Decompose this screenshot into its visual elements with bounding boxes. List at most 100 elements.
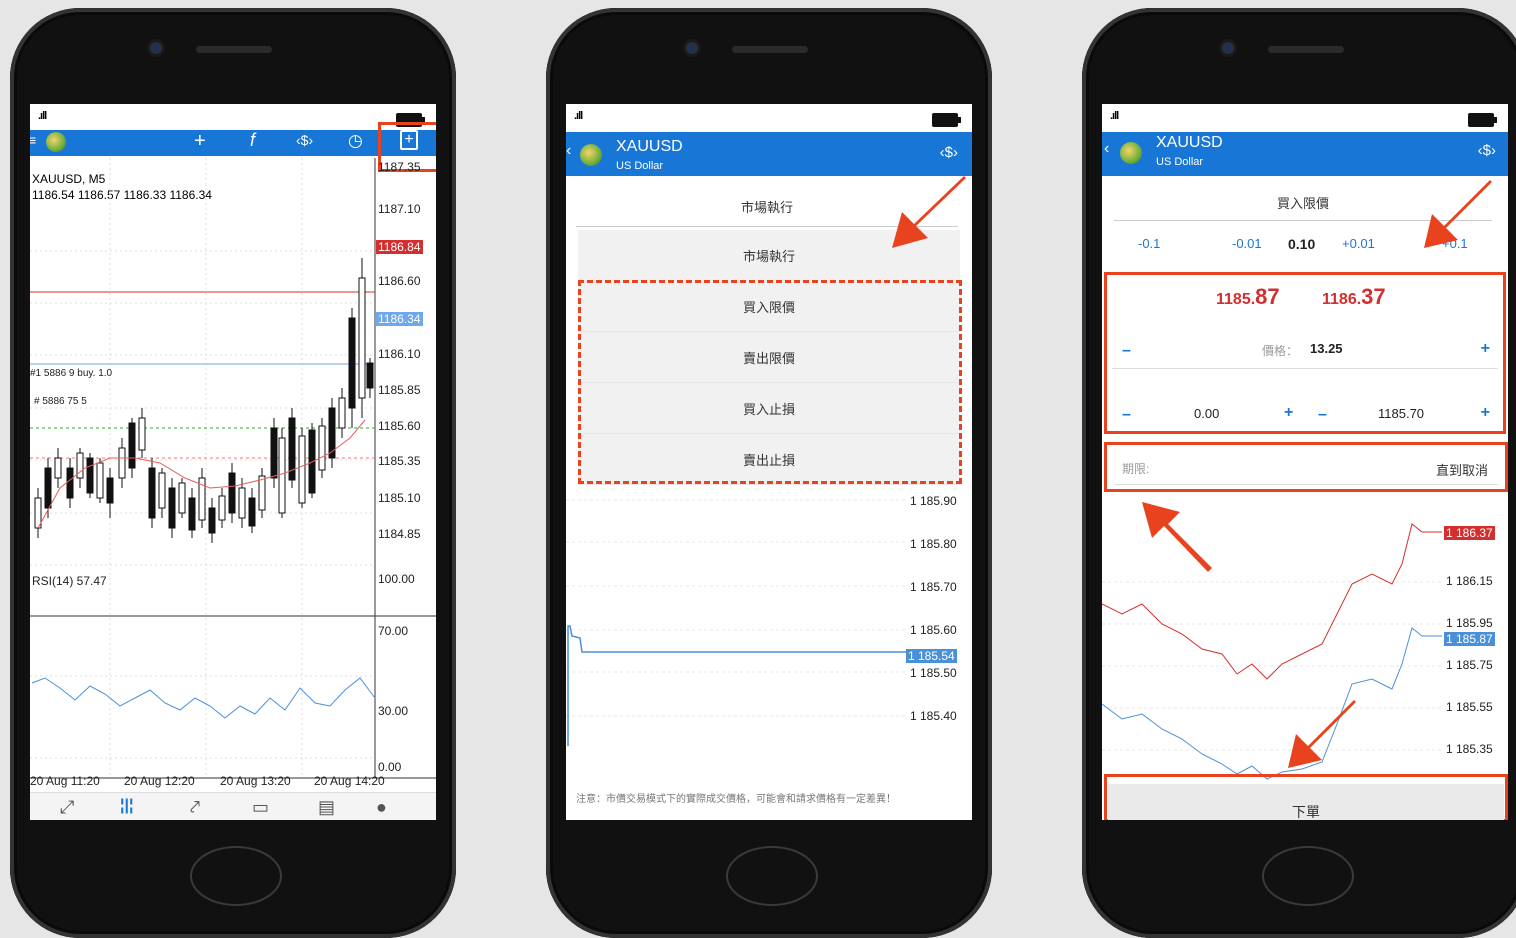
menu-icon[interactable]: ≡: [30, 132, 36, 148]
price-tick: 1 185.40: [910, 709, 957, 723]
candle-body: [168, 487, 176, 529]
price-tick: 1187.35: [378, 160, 421, 174]
rsi-tick: 70.00: [378, 624, 409, 638]
candle-body: [218, 495, 226, 521]
order-label-buy: #1 5886 9 buy. 1.0: [30, 368, 113, 379]
price-tick: 1 185.60: [910, 623, 957, 637]
price-tick-blue: 1186.34: [376, 312, 423, 326]
place-order-button[interactable]: 下單: [1108, 784, 1504, 820]
candle-body: [248, 497, 256, 527]
price-tick: 1 185.75: [1446, 658, 1493, 672]
candle-body: [270, 427, 278, 479]
candle-body: [54, 457, 62, 479]
crosshair-icon[interactable]: +: [194, 130, 206, 153]
expiry-value: 直到取消: [1435, 463, 1488, 478]
symbol-title: XAUUSD: [616, 138, 683, 155]
sl-minus-button[interactable]: –: [1122, 406, 1131, 424]
tp-value[interactable]: 1185.70: [1378, 406, 1424, 421]
signal-icon: .ıll: [574, 110, 583, 122]
price-tick: 1186.60: [378, 274, 421, 288]
news-icon[interactable]: ▤: [318, 797, 335, 818]
rsi-tick: 100.00: [378, 572, 415, 586]
tp-minus-button[interactable]: –: [1318, 406, 1327, 424]
time-tick: 20 Aug 12:20: [124, 774, 195, 788]
price-field[interactable]: – 價格： 13.25 +: [1112, 336, 1498, 369]
phone-2: .ıll ‹ XAUUSD US Dollar ‹$› 市場執行 市場執行 買入…: [546, 8, 992, 938]
candle-body: [178, 482, 186, 514]
bottom-nav: ⤢ ¦|¦ ⤤ ▭ ▤ ●: [30, 792, 436, 820]
rsi-tick: 30.00: [378, 704, 409, 718]
ask-price-big: 37: [1361, 284, 1386, 309]
ask-tick: 1 186.37: [1444, 526, 1495, 540]
candle-body: [358, 277, 366, 399]
expiry-field[interactable]: 期限: 直到取消: [1114, 454, 1498, 485]
signal-icon: .ıll: [1110, 110, 1119, 122]
home-button[interactable]: [726, 846, 818, 906]
front-camera: [1222, 42, 1234, 54]
tp-plus-button[interactable]: +: [1481, 404, 1490, 422]
candle-body: [366, 362, 374, 389]
price-value: 13.25: [1310, 341, 1343, 356]
volume-minus-1[interactable]: -0.1: [1138, 236, 1160, 251]
candle-body: [44, 467, 52, 509]
candlestick-chart[interactable]: [30, 158, 436, 820]
place-order-label: 下單: [1292, 804, 1320, 820]
price-plus-button[interactable]: +: [1481, 340, 1490, 358]
price-tick-red: 1186.84: [376, 240, 423, 254]
symbol-subtitle: US Dollar: [616, 160, 664, 172]
candle-body: [148, 467, 156, 519]
volume-minus-01[interactable]: -0.01: [1232, 236, 1262, 251]
candle-body: [66, 467, 74, 499]
status-bar: .ıll: [566, 104, 972, 132]
candle-body: [228, 472, 236, 514]
time-tick: 20 Aug 14:20: [314, 774, 385, 788]
candle-body: [106, 477, 114, 504]
volume-value[interactable]: 0.10: [1288, 236, 1315, 252]
speaker: [732, 46, 808, 53]
pointer-arrow: [892, 176, 966, 248]
history-icon[interactable]: ▭: [252, 797, 269, 818]
candle-body: [318, 425, 326, 471]
home-button[interactable]: [1262, 846, 1354, 906]
chat-icon[interactable]: ●: [376, 797, 387, 818]
candle-body: [208, 507, 216, 534]
front-camera: [150, 42, 162, 54]
bid-price: 1185.87: [1216, 284, 1280, 310]
price-tick: 1185.60: [378, 419, 421, 433]
symbol-title: XAUUSD: [1156, 134, 1223, 151]
currency-icon[interactable]: ‹$›: [1478, 142, 1496, 159]
price-tick: 1 185.55: [1446, 700, 1493, 714]
status-bar: .ıll: [30, 104, 436, 132]
symbol-subtitle: US Dollar: [1156, 156, 1204, 168]
currency-icon[interactable]: ‹$›: [296, 132, 313, 148]
pointer-arrow: [1288, 700, 1356, 768]
candle-body: [138, 417, 146, 451]
price-minus-button[interactable]: –: [1122, 342, 1131, 360]
quotes-icon[interactable]: ⤢: [60, 797, 74, 818]
function-icon[interactable]: f: [250, 130, 255, 151]
screen-1: .ıll ≡ + f ‹$› ◷ + XAUUSD, M5 1186.54 11…: [30, 104, 436, 820]
price-tick: 1 185.90: [910, 494, 957, 508]
speaker: [196, 46, 272, 53]
home-button[interactable]: [190, 846, 282, 906]
back-icon[interactable]: ‹: [566, 142, 571, 160]
price-label: 價格：: [1262, 344, 1299, 358]
trade-icon[interactable]: ⤤: [190, 797, 200, 818]
chart-icon[interactable]: ¦|¦: [120, 797, 133, 815]
sl-value[interactable]: 0.00: [1194, 406, 1219, 421]
bid-tick: 1 185.87: [1444, 632, 1495, 646]
signal-icon: .ıll: [38, 110, 47, 122]
back-icon[interactable]: ‹: [1104, 140, 1109, 158]
candle-body: [278, 437, 286, 514]
candle-body: [258, 475, 266, 511]
currency-icon[interactable]: ‹$›: [940, 144, 958, 161]
clock-icon[interactable]: ◷: [348, 131, 363, 151]
sl-plus-button[interactable]: +: [1284, 404, 1293, 422]
expiry-label: 期限:: [1122, 462, 1150, 476]
price-tick: 1187.10: [378, 202, 421, 216]
volume-plus-01[interactable]: +0.01: [1342, 236, 1375, 251]
price-tick: 1 185.70: [910, 580, 957, 594]
rsi-tick: 0.00: [378, 760, 402, 774]
price-tick: 1 185.50: [910, 666, 957, 680]
phone-3: .ıll ‹ XAUUSD US Dollar ‹$› 買入限價 -0.1 -0…: [1082, 8, 1516, 938]
